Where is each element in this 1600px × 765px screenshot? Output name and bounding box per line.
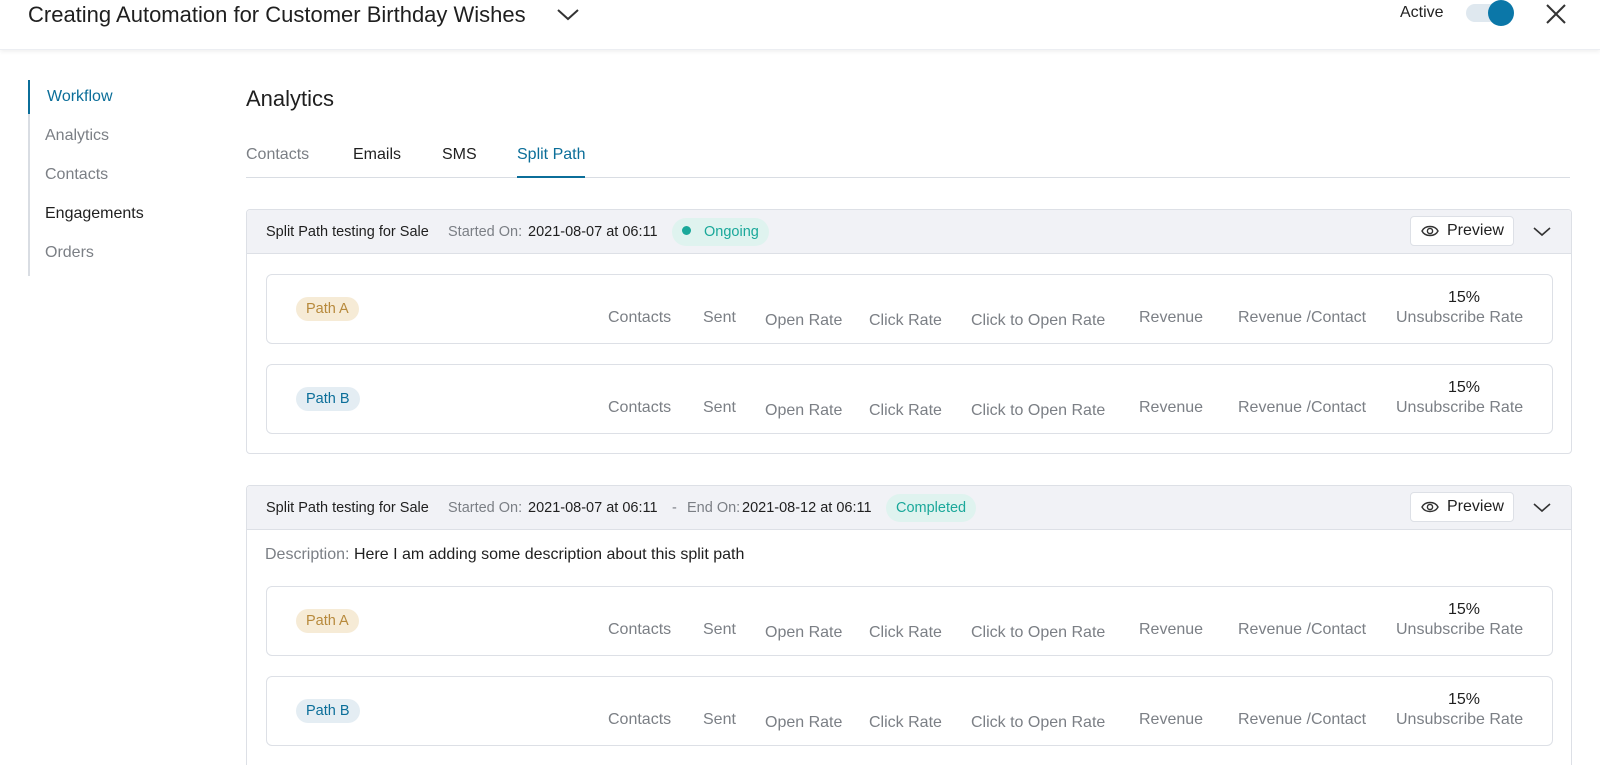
split-path-card: Split Path testing for Sale Started On: … — [246, 209, 1572, 454]
started-label: Started On: — [448, 224, 523, 240]
metric-revenue: Revenue — [1139, 621, 1204, 638]
metric-revenue-per-contact: Revenue /Contact — [1238, 309, 1367, 326]
status-dot-icon — [682, 226, 691, 235]
title-chevron-down-icon[interactable] — [556, 4, 580, 24]
path-badge: Path B — [296, 699, 360, 723]
metric-open-rate: Open Rate — [765, 312, 843, 329]
metric-open-rate: Open Rate — [765, 402, 843, 419]
metric-click-to-open-rate: Click to Open Rate — [971, 714, 1106, 731]
description-value: Here I am adding some description about … — [353, 546, 745, 563]
metric-contacts: Contacts — [608, 309, 672, 326]
tab-bar: Contacts Emails SMS Split Path — [246, 140, 1570, 178]
started-label: Started On: — [448, 500, 523, 516]
sidebar-item-engagements[interactable]: Engagements — [28, 197, 208, 231]
metric-revenue: Revenue — [1139, 399, 1204, 416]
metric-revenue: Revenue — [1139, 711, 1204, 728]
metric-revenue-per-contact: Revenue /Contact — [1238, 711, 1367, 728]
end-label: End On: — [687, 500, 741, 516]
metric-unsubscribe-rate: Unsubscribe Rate — [1396, 621, 1524, 638]
metric-unsubscribe-rate: Unsubscribe Rate — [1396, 309, 1524, 326]
preview-button[interactable]: Preview — [1410, 216, 1514, 246]
metric-unsubscribe-rate: Unsubscribe Rate — [1396, 711, 1524, 728]
metric-sent: Sent — [703, 399, 736, 416]
path-badge: Path A — [296, 609, 359, 633]
top-bar: Creating Automation for Customer Birthda… — [0, 0, 1600, 50]
metric-sent: Sent — [703, 309, 736, 326]
tab-contacts[interactable]: Contacts — [246, 140, 309, 178]
path-row: Path A Contacts Sent Open Rate Click Rat… — [266, 274, 1553, 344]
preview-button[interactable]: Preview — [1410, 492, 1514, 522]
path-badge: Path A — [296, 297, 359, 321]
date-separator: - — [672, 500, 677, 516]
metric-unsubscribe-rate: Unsubscribe Rate — [1396, 399, 1524, 416]
metric-click-rate: Click Rate — [869, 402, 942, 419]
metric-revenue-per-contact: Revenue /Contact — [1238, 399, 1367, 416]
page-title: Creating Automation for Customer Birthda… — [28, 2, 526, 27]
close-icon[interactable] — [1544, 2, 1568, 26]
metric-contacts: Contacts — [608, 399, 672, 416]
sidebar-item-contacts[interactable]: Contacts — [28, 158, 208, 192]
metric-click-to-open-rate: Click to Open Rate — [971, 312, 1106, 329]
tab-emails[interactable]: Emails — [353, 140, 401, 178]
metric-contacts: Contacts — [608, 621, 672, 638]
metric-click-rate: Click Rate — [869, 312, 942, 329]
status-badge: Completed — [886, 494, 977, 522]
end-value: 2021-08-12 at 06:11 — [742, 500, 872, 516]
sidebar-item-orders[interactable]: Orders — [28, 236, 208, 270]
description-label: Description: — [265, 546, 350, 563]
sidebar-item-analytics[interactable]: Analytics — [28, 119, 208, 153]
path-row: Path A Contacts Sent Open Rate Click Rat… — [266, 586, 1553, 656]
section-title: Analytics — [246, 86, 335, 111]
eye-icon — [1421, 225, 1439, 237]
unsubscribe-value: 15% — [1448, 601, 1481, 618]
sidebar-item-workflow[interactable]: Workflow — [28, 80, 208, 114]
card-header: Split Path testing for Sale Started On: … — [247, 486, 1571, 530]
eye-icon — [1421, 501, 1439, 513]
toggle-knob — [1488, 0, 1514, 26]
card-description: Description: Here I am adding some descr… — [265, 546, 744, 564]
card-header: Split Path testing for Sale Started On: … — [247, 210, 1571, 254]
card-title: Split Path testing for Sale — [266, 224, 429, 240]
started-value: 2021-08-07 at 06:11 — [528, 224, 658, 240]
tab-split-path[interactable]: Split Path — [517, 140, 586, 178]
card-chevron-down-icon[interactable] — [1531, 498, 1553, 518]
status-badge: Ongoing — [672, 218, 769, 246]
metric-click-rate: Click Rate — [869, 624, 942, 641]
unsubscribe-value: 15% — [1448, 379, 1481, 396]
metric-click-to-open-rate: Click to Open Rate — [971, 624, 1106, 641]
card-chevron-down-icon[interactable] — [1531, 222, 1553, 242]
tab-sms[interactable]: SMS — [442, 140, 477, 178]
unsubscribe-value: 15% — [1448, 289, 1481, 306]
metric-sent: Sent — [703, 711, 736, 728]
split-path-card: Split Path testing for Sale Started On: … — [246, 485, 1572, 765]
metric-click-to-open-rate: Click to Open Rate — [971, 402, 1106, 419]
active-label: Active — [1400, 4, 1444, 21]
path-row: Path B Contacts Sent Open Rate Click Rat… — [266, 364, 1553, 434]
metric-open-rate: Open Rate — [765, 624, 843, 641]
started-value: 2021-08-07 at 06:11 — [528, 500, 658, 516]
metric-open-rate: Open Rate — [765, 714, 843, 731]
path-row: Path B Contacts Sent Open Rate Click Rat… — [266, 676, 1553, 746]
metric-sent: Sent — [703, 621, 736, 638]
sidebar-nav: Workflow Analytics Contacts Engagements … — [28, 80, 208, 276]
unsubscribe-value: 15% — [1448, 691, 1481, 708]
metric-revenue: Revenue — [1139, 309, 1204, 326]
card-title: Split Path testing for Sale — [266, 500, 429, 516]
metric-click-rate: Click Rate — [869, 714, 942, 731]
active-toggle[interactable] — [1466, 0, 1514, 26]
path-badge: Path B — [296, 387, 360, 411]
metric-contacts: Contacts — [608, 711, 672, 728]
metric-revenue-per-contact: Revenue /Contact — [1238, 621, 1367, 638]
